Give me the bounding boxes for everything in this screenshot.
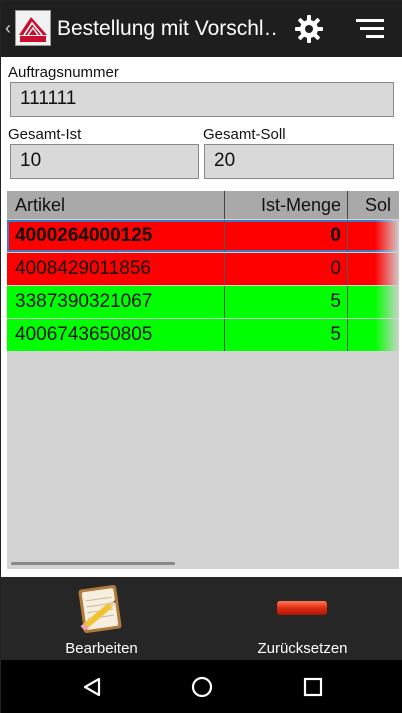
column-divider <box>347 286 348 318</box>
edit-button-label: Bearbeiten <box>65 640 138 657</box>
table-row[interactable]: 4006743650805 5 <box>7 319 399 351</box>
cell-ist-menge: 0 <box>330 225 341 246</box>
order-number-field[interactable]: 111111 <box>10 82 394 117</box>
column-divider[interactable] <box>347 191 348 219</box>
cell-artikel: 4008429011856 <box>15 258 151 279</box>
column-header-artikel[interactable]: Artikel <box>15 191 65 219</box>
page-title: Bestellung mit Vorschl… <box>57 17 279 40</box>
table-header: Artikel Ist-Menge Sol <box>7 191 399 219</box>
minus-icon <box>276 599 328 622</box>
total-actual-field[interactable]: 10 <box>10 144 199 179</box>
notepad-pencil-icon <box>71 583 131 640</box>
cell-artikel: 4000264000125 <box>15 225 153 246</box>
column-divider <box>347 220 348 252</box>
column-divider <box>224 286 225 318</box>
scroll-fade <box>375 219 399 351</box>
article-table[interactable]: Artikel Ist-Menge Sol 4000264000125 0 4008… <box>7 191 399 569</box>
column-divider <box>347 253 348 285</box>
total-target-label: Gesamt-Soll <box>203 126 286 143</box>
action-bar: ‹ Bestellung mit Vorschl… <box>1 1 402 57</box>
app-screen: ‹ Bestellung mit Vorschl… Auftragsnummer… <box>0 0 402 713</box>
home-circle-icon[interactable] <box>191 676 213 703</box>
back-chevron-icon[interactable]: ‹ <box>5 18 11 39</box>
column-divider <box>224 220 225 252</box>
cell-ist-menge: 5 <box>330 324 341 345</box>
column-divider[interactable] <box>224 191 225 219</box>
back-triangle-icon[interactable] <box>81 676 103 703</box>
order-number-label: Auftragsnummer <box>8 64 119 81</box>
table-row[interactable]: 4000264000125 0 <box>7 220 399 252</box>
recents-square-icon[interactable] <box>303 677 323 702</box>
total-target-field[interactable]: 20 <box>204 144 394 179</box>
edit-button[interactable]: Bearbeiten <box>1 577 202 660</box>
cell-ist-menge: 5 <box>330 291 341 312</box>
table-row[interactable]: 4008429011856 0 <box>7 253 399 285</box>
total-actual-label: Gesamt-Ist <box>8 126 82 143</box>
cell-ist-menge: 0 <box>330 258 341 279</box>
reset-button[interactable]: Zurücksetzen <box>202 577 402 660</box>
content-area: Auftragsnummer 111111 Gesamt-Ist 10 Gesa… <box>1 57 402 577</box>
bottom-button-bar: Bearbeiten Zurücksetzen <box>1 577 402 660</box>
column-header-soll[interactable]: Sol <box>365 191 391 219</box>
column-divider <box>224 319 225 351</box>
system-nav-bar <box>1 660 402 713</box>
cell-artikel: 4006743650805 <box>15 324 153 345</box>
costs-logo-icon[interactable] <box>15 10 51 46</box>
cell-artikel: 3387390321067 <box>15 291 153 312</box>
reset-button-label: Zurücksetzen <box>257 640 348 657</box>
column-header-ist-menge[interactable]: Ist-Menge <box>227 191 341 219</box>
table-row[interactable]: 3387390321067 5 <box>7 286 399 318</box>
gear-icon[interactable] <box>293 13 325 45</box>
column-divider <box>347 319 348 351</box>
horizontal-scrollbar[interactable] <box>11 562 175 565</box>
column-divider <box>224 253 225 285</box>
sort-menu-icon[interactable] <box>354 17 386 41</box>
